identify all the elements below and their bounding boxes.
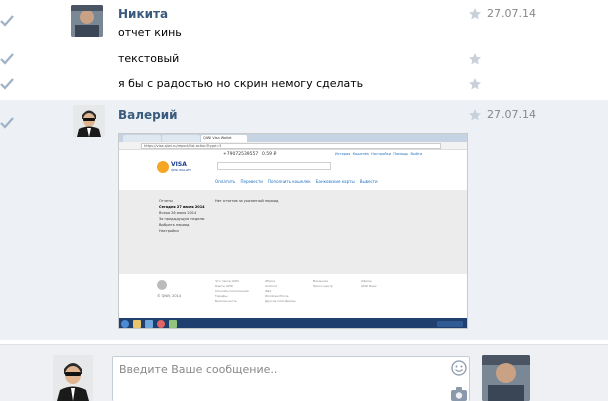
read-check-icon — [0, 78, 14, 90]
message-input-placeholder: Введите Ваше сообщение.. — [119, 363, 278, 376]
windows-taskbar — [119, 318, 467, 328]
avatar-nikita[interactable] — [71, 5, 103, 37]
star-icon[interactable] — [468, 7, 482, 21]
camera-icon[interactable] — [450, 386, 468, 401]
nav-item[interactable]: Банковские карты — [316, 179, 355, 184]
sidebar-item[interactable]: За предыдущую неделю — [159, 217, 204, 221]
footer-copyright: © QIWI, 2014 — [157, 294, 182, 298]
qiwi-phone: +79072539557 — [223, 152, 259, 157]
browser-tab-bar: QIWI Visa Wallet — [119, 134, 467, 142]
author-name[interactable]: Никита — [118, 7, 168, 21]
read-check-icon — [0, 53, 14, 65]
read-check-icon — [0, 117, 14, 129]
footer-link[interactable]: Безопасность — [215, 299, 249, 304]
star-icon[interactable] — [468, 108, 482, 122]
nav-item[interactable]: Оплатить — [215, 179, 235, 184]
avatar-valeriy[interactable] — [73, 105, 105, 137]
smiley-icon[interactable] — [451, 360, 467, 376]
footer-link[interactable]: Пресс-центр — [313, 284, 333, 289]
sidebar-item[interactable]: Сегодня 27 июля 2014 — [159, 205, 205, 209]
taskbar-tray — [437, 321, 463, 327]
empty-report-note: Нет отчетов за указанный период — [215, 199, 279, 203]
my-avatar[interactable] — [53, 355, 93, 401]
qiwi-main-nav: Оплатить Перевести Пополнить кошелек Бан… — [215, 179, 378, 184]
message-date[interactable]: 27.07.14 — [487, 108, 536, 121]
top-link[interactable]: Помощь — [393, 152, 408, 156]
taskbar-app-icon[interactable] — [133, 320, 141, 328]
top-link[interactable]: Выйти — [410, 152, 422, 156]
sidebar-item[interactable]: Настройки — [159, 229, 179, 233]
nav-item[interactable]: Вывести — [360, 179, 378, 184]
message-text: я бы с радостью но скрин немогу сделать — [118, 77, 364, 90]
message-text: текстовый — [118, 52, 180, 65]
top-link[interactable]: История — [335, 152, 350, 156]
taskbar-app-icon[interactable] — [145, 320, 153, 328]
avatar-agent-icon — [73, 105, 105, 137]
message-date[interactable]: 27.07.14 — [487, 7, 536, 20]
sidebar-item[interactable]: Вчера 26 июля 2014 — [159, 211, 196, 215]
browser-tab: QIWI Visa Wallet — [201, 135, 247, 142]
qiwi-balance: 0.59 ₽ — [262, 152, 277, 157]
message-input[interactable]: Введите Ваше сообщение.. — [112, 356, 470, 401]
top-link[interactable]: Настройки — [371, 152, 391, 156]
top-link[interactable]: Кошелёк — [353, 152, 370, 156]
qiwi-content-area: Отчеты Сегодня 27 июля 2014 Вчера 26 июл… — [119, 190, 467, 274]
star-icon[interactable] — [468, 77, 482, 91]
partner-avatar[interactable] — [482, 355, 530, 401]
avatar-photo-icon — [482, 355, 530, 401]
qiwi-top-links: История Кошелёк Настройки Помощь Выйти — [335, 152, 422, 156]
footer-link[interactable]: Другие платформы — [265, 299, 296, 304]
nav-item[interactable]: Перевести — [240, 179, 262, 184]
taskbar-app-icon[interactable] — [157, 320, 165, 328]
browser-address-bar: https://visa.qiwi.ru/report/list.action?… — [119, 142, 467, 150]
avatar-agent-icon — [53, 355, 93, 401]
attached-screenshot[interactable]: QIWI Visa Wallet https://visa.qiwi.ru/re… — [118, 133, 468, 329]
read-check-icon — [0, 15, 14, 27]
star-icon[interactable] — [468, 52, 482, 66]
taskbar-app-icon[interactable] — [169, 320, 177, 328]
qiwi-footer: © QIWI, 2014 Что такое QIWI Карты QIWI С… — [119, 274, 467, 318]
qiwi-logo: VISA QIWI WALLET — [157, 160, 197, 176]
nav-item[interactable]: Пополнить кошелек — [268, 179, 311, 184]
qiwi-search-input[interactable] — [217, 162, 331, 170]
address-text: https://visa.qiwi.ru/report/list.action?… — [141, 143, 441, 149]
start-button-icon[interactable] — [121, 320, 129, 328]
author-name[interactable]: Валерий — [118, 108, 178, 122]
footer-link[interactable]: QIWI Банк — [361, 284, 377, 289]
sidebar-item[interactable]: Выбрать период — [159, 223, 189, 227]
avatar-photo-icon — [71, 5, 103, 37]
message-text: отчет кинь — [118, 26, 182, 39]
sidebar-title: Отчеты — [159, 199, 173, 203]
message-group-nikita: Никита 27.07.14 отчет кинь текстовый я б… — [0, 0, 608, 98]
